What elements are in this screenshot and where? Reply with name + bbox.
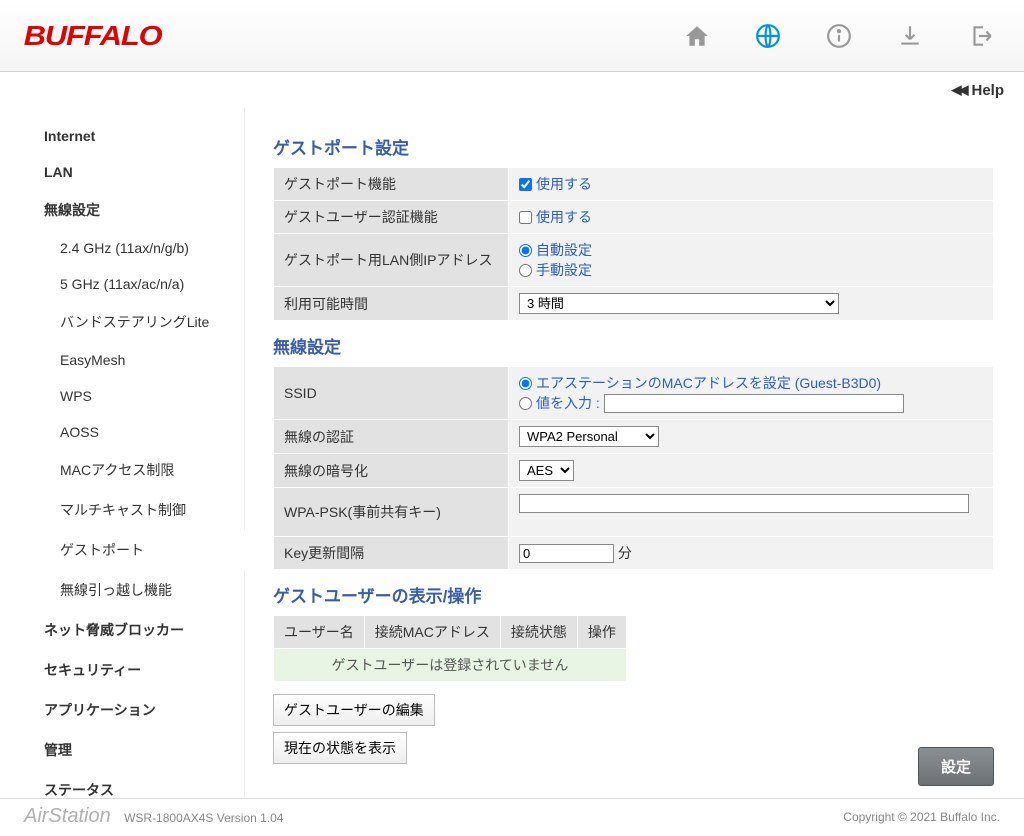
- sidebar-item-5ghz[interactable]: 5 GHz (11ax/ac/n/a): [36, 266, 244, 302]
- sidebar-item-aoss[interactable]: AOSS: [36, 414, 244, 450]
- topbar-icons: [684, 23, 994, 49]
- section-guestport-title: ゲストポート設定: [273, 134, 994, 159]
- section-wireless-title: 無線設定: [273, 333, 994, 358]
- sidebar-item-security[interactable]: セキュリティー: [36, 650, 244, 690]
- minute-label: 分: [618, 545, 632, 561]
- brand-logo: BUFFALO: [24, 20, 162, 52]
- topbar: BUFFALO: [0, 0, 1024, 72]
- sidebar-item-wps[interactable]: WPS: [36, 378, 244, 414]
- label-ssid: SSID: [274, 367, 509, 420]
- logout-icon[interactable]: [968, 23, 994, 49]
- guestport-enable-wrap[interactable]: 使用する: [519, 174, 592, 194]
- lan-ip-auto-radio[interactable]: [519, 244, 532, 257]
- ssid-mac-wrap[interactable]: エアステーションのMACアドレスを設定 (Guest-B3D0): [519, 373, 881, 393]
- guestuser-auth-wrap[interactable]: 使用する: [519, 207, 592, 227]
- copyright-text: Copyright © 2021 Buffalo Inc.: [843, 810, 1000, 824]
- help-arrow-icon: ◀◀: [951, 82, 965, 98]
- sidebar-item-admin[interactable]: 管理: [36, 730, 244, 770]
- col-op: 操作: [577, 615, 626, 648]
- label-psk: WPA-PSK(事前共有キー): [274, 488, 509, 537]
- lan-ip-manual-radio[interactable]: [519, 264, 532, 277]
- airstation-logo: AirStation: [24, 805, 111, 827]
- sidebar-item-lan[interactable]: LAN: [36, 154, 244, 190]
- ssid-input-label: 値を入力 :: [536, 393, 600, 413]
- sidebar-item-wireless[interactable]: 無線設定: [36, 190, 244, 230]
- wireless-table: SSID エアステーションのMACアドレスを設定 (Guest-B3D0) 値を…: [273, 366, 994, 570]
- psk-input[interactable]: [519, 494, 969, 513]
- ssid-input-field[interactable]: [604, 394, 904, 413]
- version-text: WSR-1800AX4S Version 1.04: [124, 811, 283, 825]
- section-userops-title: ゲストユーザーの表示/操作: [273, 582, 994, 607]
- label-auth: 無線の認証: [274, 420, 509, 454]
- ssid-input-wrap[interactable]: 値を入力 :: [519, 393, 904, 413]
- guestuser-auth-checkbox[interactable]: [519, 211, 532, 224]
- main-content: ゲストポート設定 ゲストポート機能 使用する ゲストユーザー認証機能 使用する: [245, 108, 1024, 798]
- home-icon[interactable]: [684, 23, 710, 49]
- ssid-mac-label: エアステーションのMACアドレスを設定 (Guest-B3D0): [536, 373, 881, 393]
- no-users-row: ゲストユーザーは登録されていません: [274, 648, 627, 681]
- col-user: ユーザー名: [274, 615, 365, 648]
- lan-ip-auto-wrap[interactable]: 自動設定: [519, 240, 592, 260]
- help-bar[interactable]: ◀◀ Help: [0, 72, 1024, 108]
- label-guestport-enable: ゲストポート機能: [274, 168, 509, 201]
- label-avail-time: 利用可能時間: [274, 287, 509, 321]
- edit-users-button[interactable]: ゲストユーザーの編集: [273, 694, 435, 726]
- sidebar-item-macfilter[interactable]: MACアクセス制限: [36, 450, 244, 490]
- manual-label: 手動設定: [536, 260, 592, 280]
- sidebar-item-multicast[interactable]: マルチキャスト制御: [36, 490, 244, 530]
- avail-time-select[interactable]: 3 時間: [519, 293, 839, 314]
- globe-icon[interactable]: [755, 23, 781, 49]
- label-guestuser-auth: ゲストユーザー認証機能: [274, 201, 509, 234]
- guestport-table: ゲストポート機能 使用する ゲストユーザー認証機能 使用する: [273, 167, 994, 321]
- enc-select[interactable]: AES: [519, 460, 574, 481]
- col-state: 接続状態: [500, 615, 577, 648]
- use-label: 使用する: [536, 174, 592, 194]
- rekey-input[interactable]: [519, 544, 614, 563]
- help-label: Help: [971, 82, 1004, 99]
- apply-button[interactable]: 設定: [918, 747, 994, 786]
- sidebar-item-moving[interactable]: 無線引っ越し機能: [36, 570, 244, 610]
- sidebar-item-application[interactable]: アプリケーション: [36, 690, 244, 730]
- show-status-button[interactable]: 現在の状態を表示: [273, 732, 407, 764]
- use-label: 使用する: [536, 207, 592, 227]
- sidebar-item-24ghz[interactable]: 2.4 GHz (11ax/n/g/b): [36, 230, 244, 266]
- ssid-input-radio[interactable]: [519, 397, 532, 410]
- col-mac: 接続MACアドレス: [364, 615, 500, 648]
- auth-select[interactable]: WPA2 Personal: [519, 426, 659, 447]
- guestport-enable-checkbox[interactable]: [519, 178, 532, 191]
- sidebar: Internet LAN 無線設定 2.4 GHz (11ax/n/g/b) 5…: [0, 108, 245, 798]
- label-rekey: Key更新間隔: [274, 536, 509, 569]
- sidebar-item-internet[interactable]: Internet: [36, 118, 244, 154]
- download-icon[interactable]: [897, 23, 923, 49]
- ssid-mac-radio[interactable]: [519, 377, 532, 390]
- sidebar-item-guestport[interactable]: ゲストポート: [36, 530, 244, 570]
- sidebar-item-easymesh[interactable]: EasyMesh: [36, 342, 244, 378]
- sidebar-item-status[interactable]: ステータス: [36, 770, 244, 810]
- sidebar-item-bandsteering[interactable]: バンドステアリングLite: [36, 302, 244, 342]
- lan-ip-manual-wrap[interactable]: 手動設定: [519, 260, 592, 280]
- auto-label: 自動設定: [536, 240, 592, 260]
- label-lan-ip: ゲストポート用LAN側IPアドレス: [274, 234, 509, 287]
- info-icon[interactable]: [826, 23, 852, 49]
- users-table: ユーザー名 接続MACアドレス 接続状態 操作 ゲストユーザーは登録されていませ…: [273, 615, 627, 682]
- sidebar-item-netthreat[interactable]: ネット脅威ブロッカー: [36, 610, 244, 650]
- label-enc: 無線の暗号化: [274, 454, 509, 488]
